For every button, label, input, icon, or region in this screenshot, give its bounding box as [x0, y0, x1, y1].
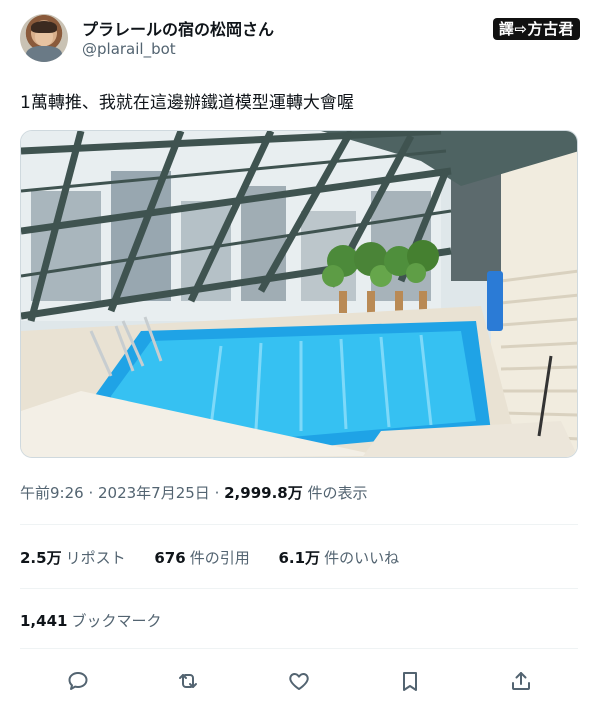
tweet-header: プラレールの宿の松岡さん @plarail_bot 譯⇨方古君 — [20, 14, 580, 64]
tweet-media-image[interactable] — [20, 130, 578, 458]
repost-button[interactable] — [170, 664, 206, 698]
views-label: 件の表示 — [302, 484, 368, 502]
repost-icon — [179, 674, 197, 688]
likes-stat[interactable]: 6.1万 件のいいね — [278, 549, 399, 567]
share-icon — [512, 672, 530, 690]
tweet-time[interactable]: 午前9:26 — [20, 484, 84, 502]
tweet-meta: 午前9:26 · 2023年7月25日 · 2,999.8万 件の表示 — [20, 484, 368, 502]
reply-button[interactable] — [60, 664, 96, 698]
quotes-stat[interactable]: 676 件の引用 — [154, 549, 249, 567]
avatar[interactable] — [20, 14, 68, 62]
bookmarks-stat[interactable]: 1,441 ブックマーク — [20, 610, 161, 631]
reposts-stat[interactable]: 2.5万 リポスト — [20, 549, 126, 567]
tweet-text: 1萬轉推、我就在這邊辦鐵道模型運轉大會喔 — [20, 93, 354, 113]
share-button[interactable] — [503, 664, 539, 698]
pool-photo — [21, 131, 577, 457]
author-display-name[interactable]: プラレールの宿の松岡さん — [82, 16, 274, 40]
divider — [20, 648, 578, 649]
bookmark-button[interactable] — [392, 664, 428, 698]
reply-icon — [68, 672, 88, 690]
engagement-stats: 2.5万 リポスト 676 件の引用 6.1万 件のいいね — [20, 547, 423, 568]
divider — [20, 524, 578, 525]
like-icon — [289, 673, 309, 690]
tweet-date[interactable]: 2023年7月25日 — [98, 484, 210, 502]
like-button[interactable] — [281, 664, 317, 698]
views-count: 2,999.8万 — [224, 484, 303, 502]
bookmark-icon — [403, 672, 417, 691]
action-bar — [20, 662, 578, 698]
author-handle[interactable]: @plarail_bot — [82, 40, 176, 58]
divider — [20, 588, 578, 589]
translate-badge[interactable]: 譯⇨方古君 — [492, 18, 580, 40]
